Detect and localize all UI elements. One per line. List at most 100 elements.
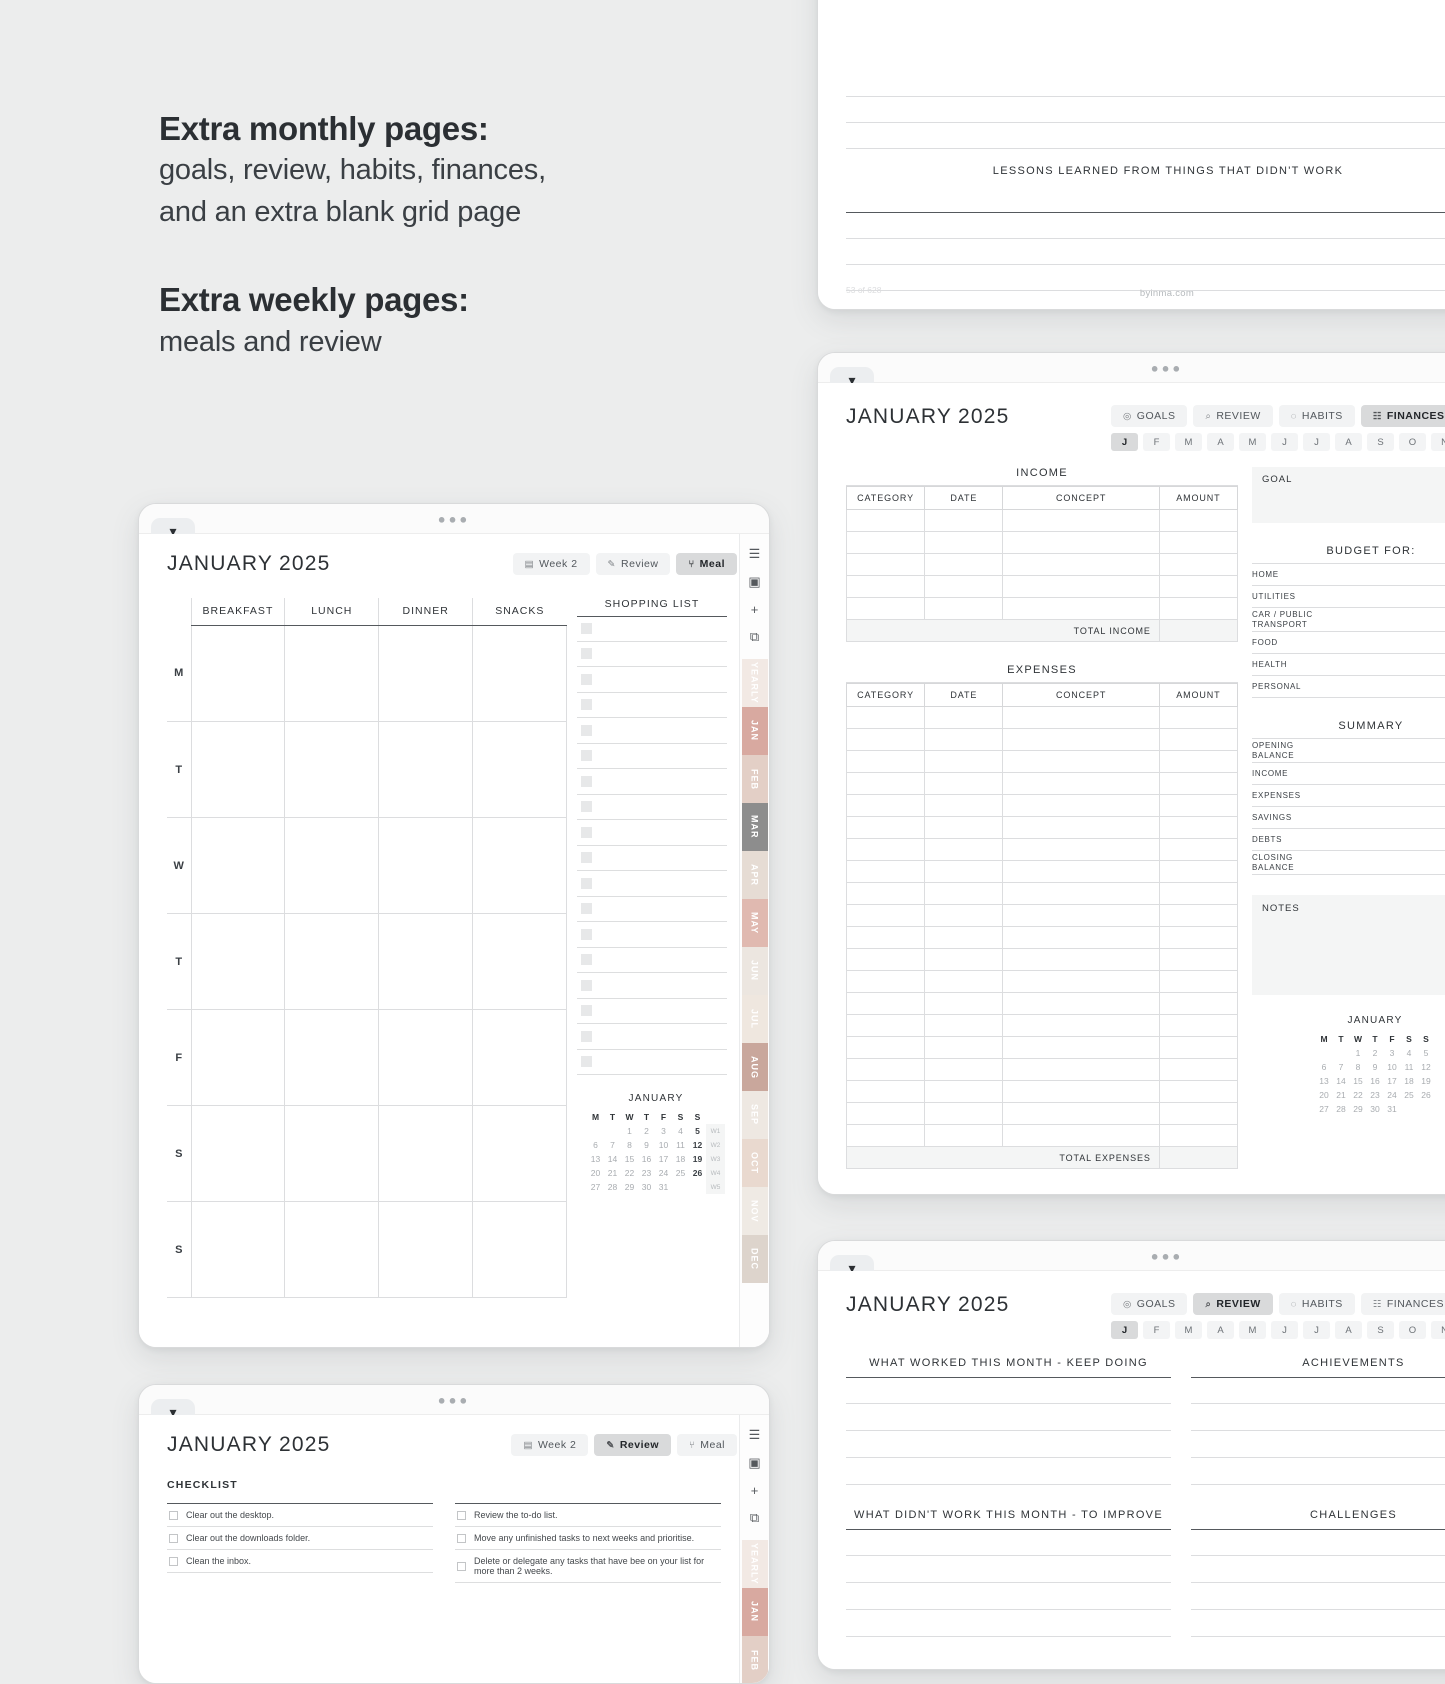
cal-day[interactable]: 6 bbox=[587, 1138, 604, 1152]
fin-cell[interactable] bbox=[1158, 816, 1239, 839]
fin-cell[interactable] bbox=[1002, 992, 1160, 1015]
lessons-write-line[interactable] bbox=[846, 71, 1445, 97]
cal-day[interactable]: 30 bbox=[638, 1180, 655, 1194]
cal-day[interactable]: 1 bbox=[621, 1124, 638, 1138]
fin-cell[interactable] bbox=[845, 1014, 926, 1037]
month-tab-oct[interactable]: OCT bbox=[741, 1139, 768, 1187]
weekly-tab-review[interactable]: ✎ Review bbox=[595, 553, 671, 575]
summary-row-3[interactable]: SAVINGS bbox=[1252, 807, 1445, 829]
review-write-line[interactable] bbox=[846, 1610, 1171, 1637]
month-initial-2[interactable]: M bbox=[1175, 433, 1202, 451]
month-tab-apr[interactable]: APR bbox=[741, 851, 768, 899]
meal-cell[interactable] bbox=[472, 1105, 567, 1202]
income-table[interactable]: CATEGORY DATE CONCEPT AMOUNT TOTAL INCOME bbox=[845, 486, 1239, 642]
cal-day[interactable] bbox=[604, 1124, 621, 1138]
cal-day[interactable]: 20 bbox=[587, 1166, 604, 1180]
summary-row-1[interactable]: INCOME bbox=[1252, 763, 1445, 785]
notes-box[interactable]: NOTES bbox=[1252, 895, 1445, 995]
fin-cell[interactable] bbox=[1002, 904, 1160, 927]
review-write-line[interactable] bbox=[1191, 1377, 1445, 1404]
meal-cell[interactable] bbox=[190, 1009, 286, 1106]
plus-icon[interactable]: + bbox=[751, 602, 759, 617]
cal-day[interactable]: 18 bbox=[672, 1152, 689, 1166]
month-tab-nov[interactable]: NOV bbox=[741, 1187, 768, 1235]
add-page-icon[interactable]: ⧉ bbox=[750, 1510, 759, 1526]
fin-cell[interactable] bbox=[1158, 728, 1239, 751]
cal-day[interactable]: 6 bbox=[1316, 1060, 1333, 1074]
checklist-item[interactable]: Delete or delegate any tasks that have b… bbox=[455, 1550, 721, 1583]
meal-cell[interactable] bbox=[378, 1201, 474, 1298]
fin-cell[interactable] bbox=[924, 926, 1004, 949]
month-initial-2[interactable]: M bbox=[1175, 1321, 1202, 1339]
fin-cell[interactable] bbox=[845, 531, 926, 554]
fin-cell[interactable] bbox=[845, 706, 926, 729]
review-write-line[interactable] bbox=[846, 1529, 1171, 1556]
cal-day[interactable] bbox=[1333, 1046, 1350, 1060]
month-initial-7[interactable]: A bbox=[1335, 433, 1362, 451]
fin-cell[interactable] bbox=[845, 926, 926, 949]
checkbox-icon[interactable] bbox=[581, 826, 592, 838]
fin-cell[interactable] bbox=[845, 992, 926, 1015]
shopping-list-item[interactable] bbox=[577, 769, 727, 795]
section-challenges-lines[interactable] bbox=[1191, 1529, 1445, 1637]
cal-day[interactable]: 9 bbox=[638, 1138, 655, 1152]
fin-cell[interactable] bbox=[1158, 992, 1239, 1015]
meal-cell[interactable] bbox=[472, 913, 567, 1010]
cal-day[interactable]: 26 bbox=[689, 1166, 706, 1180]
meal-cell[interactable] bbox=[472, 625, 567, 722]
cal-week-label[interactable]: W1 bbox=[706, 1124, 725, 1138]
shopping-list-item[interactable] bbox=[577, 1024, 727, 1050]
meal-cell[interactable] bbox=[284, 721, 380, 818]
month-initial-9[interactable]: O bbox=[1399, 1321, 1426, 1339]
cal-day[interactable]: 25 bbox=[1401, 1088, 1418, 1102]
lessons-write-line[interactable] bbox=[846, 213, 1445, 239]
checkbox-icon[interactable] bbox=[581, 801, 592, 813]
checkbox-icon[interactable] bbox=[581, 699, 592, 711]
checkbox-icon[interactable] bbox=[457, 1561, 466, 1571]
add-page-icon[interactable]: ⧉ bbox=[750, 629, 759, 645]
fin-cell[interactable] bbox=[1002, 509, 1160, 532]
month-tab-jul[interactable]: JUL bbox=[741, 995, 768, 1043]
meal-cell[interactable] bbox=[284, 817, 380, 914]
shopping-list-item[interactable] bbox=[577, 973, 727, 999]
checkbox-icon[interactable] bbox=[581, 877, 592, 889]
cal-day[interactable] bbox=[689, 1180, 706, 1194]
checkbox-icon[interactable] bbox=[457, 1510, 466, 1520]
fin-cell[interactable] bbox=[1002, 1080, 1160, 1103]
cal-day[interactable]: 20 bbox=[1316, 1088, 1333, 1102]
checkbox-icon[interactable] bbox=[581, 1005, 592, 1017]
meal-cell[interactable] bbox=[284, 625, 380, 722]
cal-day[interactable] bbox=[672, 1180, 689, 1194]
month-initial-1[interactable]: F bbox=[1143, 433, 1170, 451]
month-initial-1[interactable]: F bbox=[1143, 1321, 1170, 1339]
checkbox-icon[interactable] bbox=[169, 1533, 178, 1543]
monthly-tab-review[interactable]: ⌕ REVIEW bbox=[1193, 405, 1273, 427]
shopping-list-item[interactable] bbox=[577, 1050, 727, 1075]
month-tab-jun[interactable]: JUN bbox=[741, 947, 768, 995]
menu-icon[interactable]: ☰ bbox=[749, 1427, 761, 1443]
month-tab-jan[interactable]: JAN bbox=[741, 707, 768, 755]
cal-day[interactable]: 2 bbox=[1367, 1046, 1384, 1060]
meal-cell[interactable] bbox=[378, 721, 474, 818]
cal-day[interactable]: 22 bbox=[1350, 1088, 1367, 1102]
monthly-tab-goals[interactable]: ◎ GOALS bbox=[1111, 1293, 1188, 1315]
shopping-list-item[interactable] bbox=[577, 667, 727, 693]
cal-day[interactable]: 10 bbox=[1384, 1060, 1401, 1074]
fin-cell[interactable] bbox=[1002, 794, 1160, 817]
review-write-line[interactable] bbox=[1191, 1431, 1445, 1458]
fin-cell[interactable] bbox=[1002, 1058, 1160, 1081]
fin-cell[interactable] bbox=[924, 597, 1004, 620]
weekly-tab-meal[interactable]: ⑂ Meal bbox=[676, 553, 737, 575]
cal-day[interactable]: 29 bbox=[621, 1180, 638, 1194]
goal-box[interactable]: GOAL bbox=[1252, 467, 1445, 523]
review-write-line[interactable] bbox=[1191, 1583, 1445, 1610]
fin-cell[interactable] bbox=[924, 728, 1004, 751]
fin-total-value[interactable] bbox=[1158, 619, 1239, 642]
checkbox-icon[interactable] bbox=[581, 750, 592, 762]
meal-cell[interactable] bbox=[472, 1009, 567, 1106]
month-tab-jan[interactable]: JAN bbox=[741, 1588, 768, 1636]
fin-cell[interactable] bbox=[1158, 970, 1239, 993]
cal-day[interactable]: 22 bbox=[621, 1166, 638, 1180]
checkbox-icon[interactable] bbox=[169, 1510, 178, 1520]
cal-day[interactable]: 23 bbox=[1367, 1088, 1384, 1102]
